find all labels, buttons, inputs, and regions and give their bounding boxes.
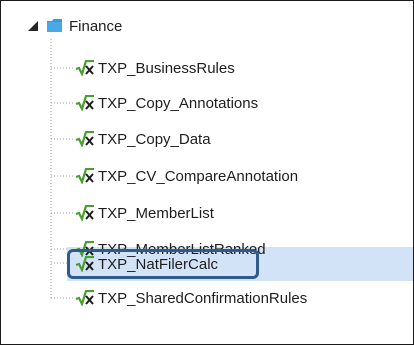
tree-item[interactable]: TXP_SharedConfirmationRules bbox=[75, 285, 307, 311]
formula-icon bbox=[75, 290, 94, 306]
formula-icon bbox=[75, 205, 94, 221]
formula-icon bbox=[75, 168, 94, 184]
collapse-arrow-icon[interactable] bbox=[27, 20, 39, 32]
formula-icon bbox=[75, 131, 94, 147]
tree-item[interactable]: TXP_Copy_Annotations bbox=[75, 90, 258, 116]
selected-item-outline bbox=[67, 249, 259, 279]
tree-item-label: TXP_Copy_Annotations bbox=[98, 94, 259, 112]
tree-root-label[interactable]: Finance bbox=[69, 13, 122, 41]
tree-item[interactable]: TXP_CV_CompareAnnotation bbox=[75, 163, 298, 189]
tree-item[interactable]: TXP_BusinessRules bbox=[75, 55, 235, 81]
tree-item-label: TXP_CV_CompareAnnotation bbox=[98, 167, 299, 185]
tree-item-label: TXP_SharedConfirmationRules bbox=[98, 289, 308, 307]
tree-panel: Finance TXP_BusinessRules TXP_Copy_Annot… bbox=[0, 0, 414, 345]
formula-icon bbox=[75, 95, 94, 111]
tree-item-label: TXP_Copy_Data bbox=[98, 130, 211, 148]
tree-item[interactable]: TXP_MemberList bbox=[75, 200, 214, 226]
folder-icon bbox=[47, 19, 62, 32]
tree-item[interactable]: TXP_Copy_Data bbox=[75, 126, 211, 152]
tree-item-label: TXP_MemberList bbox=[98, 204, 214, 222]
formula-icon bbox=[75, 60, 94, 76]
tree-item-label: TXP_BusinessRules bbox=[98, 59, 235, 77]
